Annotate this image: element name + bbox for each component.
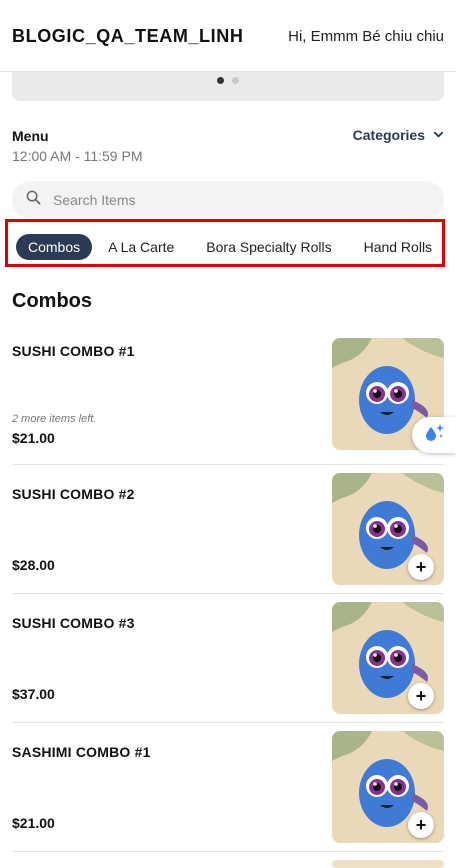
floating-assistant-button[interactable]: [412, 417, 456, 453]
search-icon: [26, 190, 41, 210]
item-price: $37.00: [12, 686, 55, 702]
item-price: $21.00: [12, 430, 55, 446]
search-input[interactable]: [53, 192, 413, 208]
menu-title: Menu: [12, 128, 49, 144]
category-tabs: Combos A La Carte Bora Specialty Rolls H…: [16, 234, 448, 260]
item-divider: [12, 851, 444, 852]
item-stock-note: 2 more items left.: [12, 413, 97, 425]
categories-dropdown[interactable]: Categories: [353, 127, 444, 143]
tab-hand-rolls[interactable]: Hand Rolls: [348, 234, 448, 260]
sparkle-drop-icon: [422, 421, 446, 450]
tab-combos[interactable]: Combos: [16, 234, 93, 260]
app-header: BLOGIC_QA_TEAM_LINH Hi, Emmm Bé chiu chi…: [0, 0, 456, 72]
chevron-down-icon: [433, 127, 444, 143]
item-divider: [12, 722, 444, 723]
add-item-button[interactable]: +: [408, 812, 434, 838]
tab-a-la-carte[interactable]: A La Carte: [92, 234, 190, 260]
carousel-dot[interactable]: [232, 77, 239, 84]
section-title: Combos: [12, 290, 92, 312]
item-name: SUSHI COMBO #2: [12, 486, 135, 502]
item-price: $21.00: [12, 815, 55, 831]
item-price: $28.00: [12, 557, 55, 573]
brand-title: BLOGIC_QA_TEAM_LINH: [12, 26, 244, 46]
item-image[interactable]: [332, 860, 444, 868]
categories-label: Categories: [352, 127, 425, 143]
item-name: SUSHI COMBO #3: [12, 615, 135, 631]
tab-bora-specialty-rolls[interactable]: Bora Specialty Rolls: [190, 234, 347, 260]
add-item-button[interactable]: +: [408, 554, 434, 580]
search-bar[interactable]: [12, 181, 444, 219]
add-item-button[interactable]: +: [408, 683, 434, 709]
carousel-indicators: [0, 77, 456, 84]
item-divider: [12, 464, 444, 465]
menu-hours: 12:00 AM - 11:59 PM: [12, 148, 143, 164]
carousel-dot-active[interactable]: [217, 77, 224, 84]
item-name: SASHIMI COMBO #1: [12, 744, 151, 760]
item-divider: [12, 593, 444, 594]
item-name: SUSHI COMBO #1: [12, 343, 135, 359]
user-greeting[interactable]: Hi, Emmm Bé chiu chiu: [288, 28, 444, 45]
